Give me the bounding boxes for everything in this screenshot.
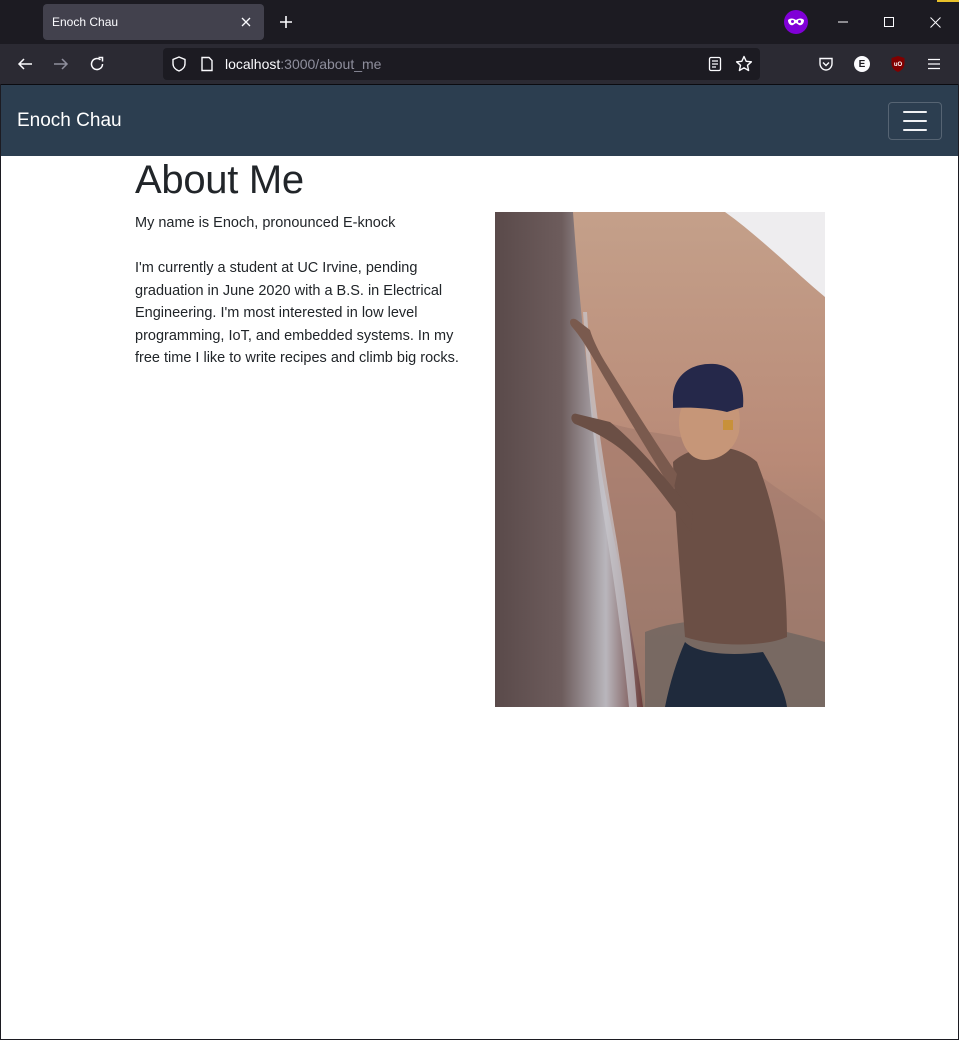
close-window-icon[interactable] xyxy=(912,6,958,38)
url-path: :3000/about_me xyxy=(280,56,382,72)
bio-details: I'm currently a student at UC Irvine, pe… xyxy=(135,260,459,366)
close-tab-icon[interactable] xyxy=(238,14,254,30)
forward-arrow-icon[interactable] xyxy=(49,52,73,76)
page-info-icon[interactable] xyxy=(199,56,215,72)
page-viewport: Enoch Chau About Me My name is Enoch, pr… xyxy=(1,84,958,1039)
tab-title: Enoch Chau xyxy=(52,15,119,29)
page-title: About Me xyxy=(135,158,304,202)
private-browsing-icon xyxy=(784,10,808,34)
hamburger-menu-icon[interactable] xyxy=(924,54,944,74)
url-bar[interactable]: localhost:3000/about_me xyxy=(163,48,760,80)
bio-intro: My name is Enoch, pronounced E-knock xyxy=(135,215,396,231)
url-host: localhost xyxy=(225,56,281,72)
bio-text: My name is Enoch, pronounced E-knock I'm… xyxy=(135,212,475,392)
maximize-icon[interactable] xyxy=(866,6,912,38)
tab-strip: Enoch Chau xyxy=(0,0,959,44)
browser-tab[interactable]: Enoch Chau xyxy=(43,4,264,40)
ublock-origin-icon[interactable]: uO xyxy=(888,54,908,74)
minimize-icon[interactable] xyxy=(820,6,866,38)
new-tab-icon[interactable] xyxy=(274,10,298,34)
climbing-photo xyxy=(495,212,825,707)
reload-icon[interactable] xyxy=(85,52,109,76)
tracking-protection-shield-icon[interactable] xyxy=(171,56,187,72)
pocket-icon[interactable] xyxy=(816,54,836,74)
site-brand-link[interactable]: Enoch Chau xyxy=(17,110,122,132)
bookmark-star-icon[interactable] xyxy=(735,55,753,73)
window-accent xyxy=(937,0,959,2)
extension-e-icon[interactable]: E xyxy=(852,54,872,74)
toggler-bar xyxy=(903,120,927,122)
toggler-bar xyxy=(903,129,927,131)
toggler-bar xyxy=(903,111,927,113)
back-arrow-icon[interactable] xyxy=(13,52,37,76)
site-navbar: Enoch Chau xyxy=(1,84,958,156)
extension-letter: E xyxy=(854,56,870,72)
url-text[interactable]: localhost:3000/about_me xyxy=(225,56,381,72)
reader-view-icon[interactable] xyxy=(707,56,723,72)
navbar-toggler-button[interactable] xyxy=(888,102,942,140)
svg-text:uO: uO xyxy=(894,62,903,68)
